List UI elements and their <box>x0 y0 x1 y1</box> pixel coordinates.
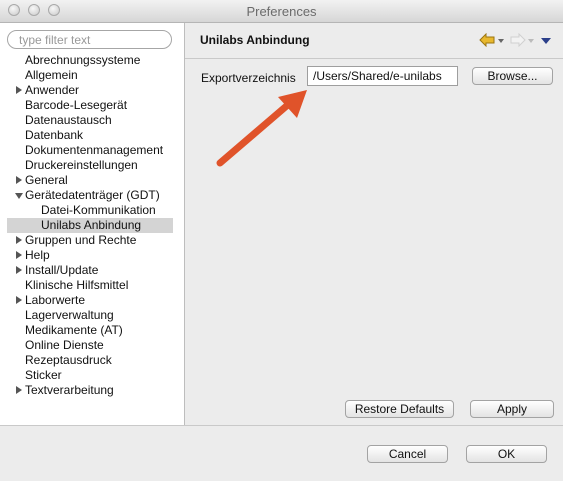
tree-item-label: Gerätedatenträger (GDT) <box>25 188 160 202</box>
tree-item-label: Datenbank <box>25 128 84 142</box>
restore-defaults-button[interactable]: Restore Defaults <box>345 400 454 418</box>
back-arrow-icon[interactable] <box>479 33 495 47</box>
page-header: Unilabs Anbindung <box>185 23 563 59</box>
export-directory-field[interactable]: /Users/Shared/e-unilabs <box>307 66 458 86</box>
tree-item[interactable]: Unilabs Anbindung <box>7 218 173 233</box>
dialog-footer: Cancel OK <box>0 425 563 481</box>
tree-item[interactable]: Lagerverwaltung <box>0 308 184 323</box>
window-title: Preferences <box>246 4 317 19</box>
cancel-button[interactable]: Cancel <box>367 445 448 463</box>
tree-item-label: Install/Update <box>25 263 99 277</box>
tree-item-label: Unilabs Anbindung <box>41 218 142 232</box>
tree-item-label: Textverarbeitung <box>25 383 114 397</box>
tree-item[interactable]: Medikamente (AT) <box>0 323 184 338</box>
tree-item-label: Druckereinstellungen <box>25 158 138 172</box>
tree-item[interactable]: Datenaustausch <box>0 113 184 128</box>
collapsed-triangle-icon[interactable] <box>16 296 22 304</box>
tree-item-label: Rezeptausdruck <box>25 353 112 367</box>
tree-item[interactable]: Rezeptausdruck <box>0 353 184 368</box>
tree-item-label: Barcode-Lesegerät <box>25 98 128 112</box>
filter-input[interactable]: type filter text <box>7 30 172 49</box>
tree-item[interactable]: Gerätedatenträger (GDT) <box>0 188 184 203</box>
tree-item[interactable]: Textverarbeitung <box>0 383 184 398</box>
page-title: Unilabs Anbindung <box>200 33 310 47</box>
tree-item[interactable]: Datei-Kommunikation <box>0 203 184 218</box>
collapsed-triangle-icon[interactable] <box>16 251 22 259</box>
tree-item-label: Anwender <box>25 83 80 97</box>
tree-item[interactable]: Online Dienste <box>0 338 184 353</box>
title-bar: Preferences <box>0 0 563 23</box>
tree-item-label: General <box>25 173 68 187</box>
tree-item-label: Dokumentenmanagement <box>25 143 164 157</box>
collapsed-triangle-icon[interactable] <box>16 266 22 274</box>
tree-item[interactable]: Klinische Hilfsmittel <box>0 278 184 293</box>
tree-item-label: Klinische Hilfsmittel <box>25 278 129 292</box>
tree-item-label: Laborwerte <box>25 293 86 307</box>
tree-item[interactable]: Druckereinstellungen <box>0 158 184 173</box>
preferences-tree: Abrechnungssysteme Allgemein Anwender Barco… <box>0 53 184 398</box>
tree-item[interactable]: Sticker <box>0 368 184 383</box>
preferences-window: Preferences type filter text Abrechnungs… <box>0 0 563 481</box>
collapsed-triangle-icon[interactable] <box>16 86 22 94</box>
tree-item[interactable]: Gruppen und Rechte <box>0 233 184 248</box>
tree-item[interactable]: Abrechnungssysteme <box>0 53 184 68</box>
tree-item[interactable]: Laborwerte <box>0 293 184 308</box>
tree-item[interactable]: Datenbank <box>0 128 184 143</box>
preferences-sidebar: type filter text Abrechnungssysteme Allge… <box>0 23 185 425</box>
view-menu-icon[interactable] <box>541 38 551 44</box>
tree-item-label: Datei-Kommunikation <box>41 203 156 217</box>
tree-item-label: Gruppen und Rechte <box>25 233 137 247</box>
back-dropdown-icon[interactable] <box>498 39 504 43</box>
tree-item[interactable]: Dokumentenmanagement <box>0 143 184 158</box>
tree-item-label: Online Dienste <box>25 338 104 352</box>
tree-item-label: Sticker <box>25 368 62 382</box>
collapsed-triangle-icon[interactable] <box>16 386 22 394</box>
tree-item[interactable]: Allgemein <box>0 68 184 83</box>
annotation-arrow <box>216 90 307 167</box>
forward-dropdown-icon <box>528 39 534 43</box>
collapsed-triangle-icon[interactable] <box>16 236 22 244</box>
tree-item-label: Lagerverwaltung <box>25 308 114 322</box>
expanded-triangle-icon[interactable] <box>15 193 23 199</box>
tree-item-label: Abrechnungssysteme <box>25 53 141 67</box>
tree-item-label: Help <box>25 248 50 262</box>
tree-item[interactable]: General <box>0 173 184 188</box>
tree-item[interactable]: Anwender <box>0 83 184 98</box>
preference-page: Unilabs Anbindung Exportverzeichnis /Use… <box>185 23 563 425</box>
tree-item-label: Allgemein <box>25 68 78 82</box>
tree-item-label: Medikamente (AT) <box>25 323 123 337</box>
tree-item[interactable]: Install/Update <box>0 263 184 278</box>
ok-button[interactable]: OK <box>466 445 547 463</box>
forward-arrow-icon <box>510 33 526 47</box>
tree-item-label: Datenaustausch <box>25 113 112 127</box>
browse-button[interactable]: Browse... <box>472 67 553 85</box>
apply-button[interactable]: Apply <box>470 400 554 418</box>
tree-item[interactable]: Help <box>0 248 184 263</box>
collapsed-triangle-icon[interactable] <box>16 176 22 184</box>
export-directory-label: Exportverzeichnis <box>201 71 296 85</box>
tree-item[interactable]: Barcode-Lesegerät <box>0 98 184 113</box>
